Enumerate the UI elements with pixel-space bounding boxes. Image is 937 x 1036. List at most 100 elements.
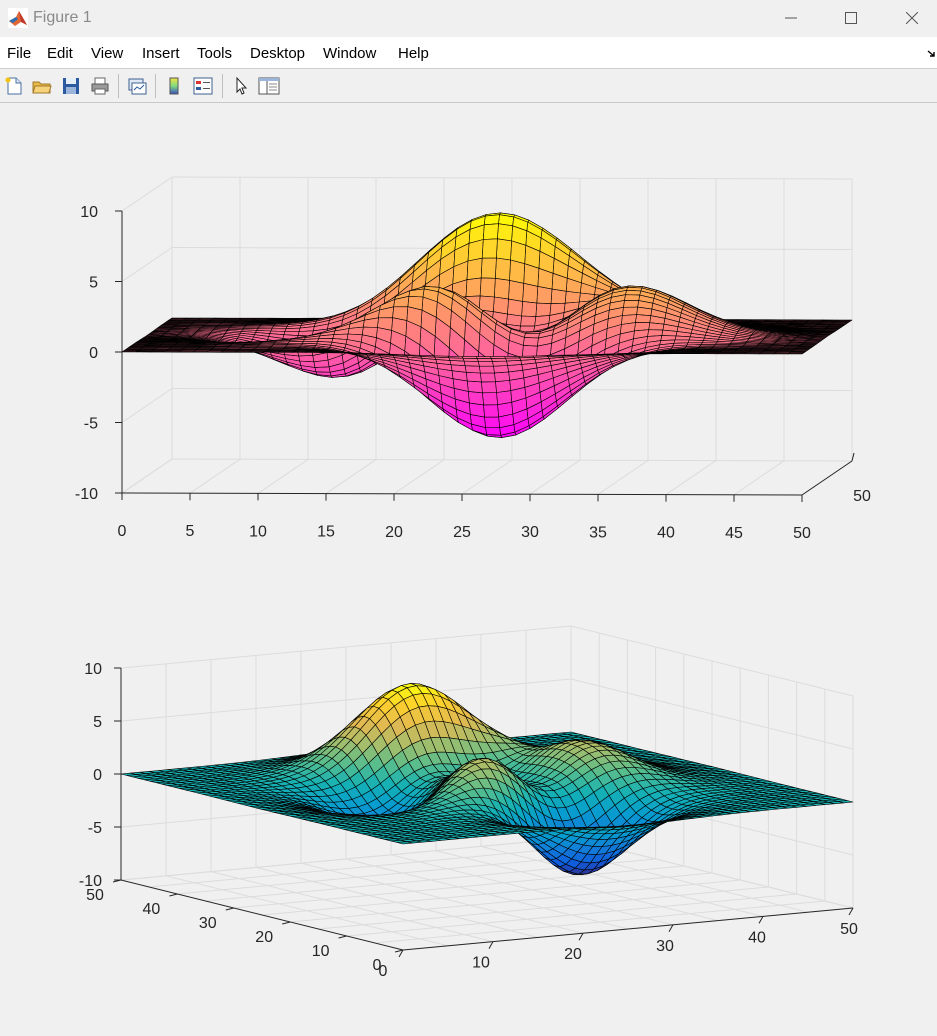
surface-patch (674, 335, 691, 341)
y-tick-label: 30 (199, 915, 217, 932)
surface-patch (520, 315, 537, 327)
grid-line (121, 176, 173, 212)
z-tick-label: -10 (75, 486, 98, 503)
z-tick-label: 10 (80, 204, 98, 221)
surface-patch (463, 360, 480, 367)
grid-line (733, 460, 785, 496)
surface-patch (284, 327, 301, 332)
surface-patch (477, 361, 494, 367)
tick-mark (758, 916, 764, 924)
surface-patch (484, 416, 501, 429)
surface-patch (508, 280, 525, 302)
surface-patch (648, 322, 665, 331)
surface-patch (462, 357, 479, 362)
x-tick-label: 50 (793, 525, 811, 542)
surface-patch (481, 238, 498, 259)
surface-patch (150, 351, 166, 353)
surface-patch (485, 427, 502, 436)
surface-patch (483, 214, 500, 226)
x-tick-label: 0 (118, 523, 127, 540)
x-tick-label: 5 (186, 523, 195, 540)
surface-patch (291, 351, 308, 353)
surface-patch (481, 381, 497, 394)
surface-patch (433, 355, 450, 359)
z-tick-label: -5 (84, 416, 98, 433)
y-tick-label: 10 (312, 943, 330, 960)
tick-mark (282, 921, 291, 925)
grid-line (597, 459, 649, 495)
surface-patch (466, 380, 483, 394)
surface-patch (603, 353, 620, 355)
surface-patch (744, 352, 761, 355)
grid-line (325, 459, 377, 495)
surface-patch (521, 301, 538, 317)
x-tick-label: 20 (385, 524, 403, 541)
surface-patch (494, 371, 511, 383)
tick-mark (578, 932, 584, 941)
z-tick-label: -10 (79, 873, 102, 890)
surface-patch (550, 288, 567, 305)
surface-patch (625, 289, 642, 296)
grid-line (149, 844, 600, 888)
surface-patch (314, 366, 331, 373)
surface-patch (504, 355, 521, 359)
surface-patch (482, 392, 498, 406)
z-tick-label: 10 (84, 661, 102, 678)
z-tick-label: 0 (93, 767, 102, 784)
surface-patch (507, 298, 523, 317)
tick-mark (169, 893, 178, 897)
surface-patch (730, 352, 747, 355)
surface-patch (518, 355, 535, 359)
grid-line (529, 459, 581, 495)
surface-patch (674, 352, 691, 355)
surface-patch (687, 339, 704, 344)
surface-patch (624, 294, 641, 301)
surface-patch (492, 296, 509, 315)
x-tick-label: 40 (657, 525, 675, 542)
x-tick-label: 35 (589, 524, 607, 541)
surface-patch (645, 352, 662, 355)
surface-patch (509, 259, 526, 284)
surface-patch (461, 356, 478, 359)
surface-patch (464, 365, 481, 374)
surface-patch (476, 358, 493, 362)
surface-patch (298, 355, 315, 363)
grid-line (233, 865, 684, 909)
x-tick-label: 50 (840, 921, 858, 938)
grid-line (665, 460, 717, 496)
surface-patch (235, 351, 251, 353)
surface-patch (478, 365, 495, 374)
surface-top (121, 212, 853, 438)
surface-patch (589, 353, 606, 356)
x-tick-label: 20 (564, 946, 582, 963)
surface-patch (510, 240, 527, 265)
surface-patch (495, 379, 512, 393)
x-tick-label: 10 (249, 523, 267, 540)
surface-patch (334, 351, 351, 354)
tick-mark (225, 907, 234, 911)
z-tick-label: 0 (89, 345, 98, 362)
grid-line (189, 458, 241, 494)
surface-patch (773, 352, 790, 355)
y-tick-label: 50 (853, 488, 871, 505)
surface-patch (635, 314, 652, 324)
surface-patch (536, 286, 553, 305)
surface-patch (467, 239, 484, 262)
surface-patch (466, 257, 483, 281)
grid-line (121, 247, 173, 282)
surface-patch (564, 290, 581, 304)
x-tick-label: 40 (748, 929, 766, 946)
surface-patch (447, 355, 464, 359)
surface-patch (465, 277, 482, 297)
surface-patch (263, 351, 280, 353)
surface-patch (493, 277, 510, 300)
surface-patch (688, 352, 705, 355)
surface-patch (617, 353, 634, 355)
x-tick-label: 45 (725, 525, 743, 542)
surface-patch (622, 306, 638, 316)
surface-patch (482, 223, 499, 240)
y-tick-label: 20 (255, 929, 273, 946)
surface-patch (535, 302, 552, 317)
surface-patch (467, 391, 484, 406)
surface-patch (759, 352, 776, 355)
